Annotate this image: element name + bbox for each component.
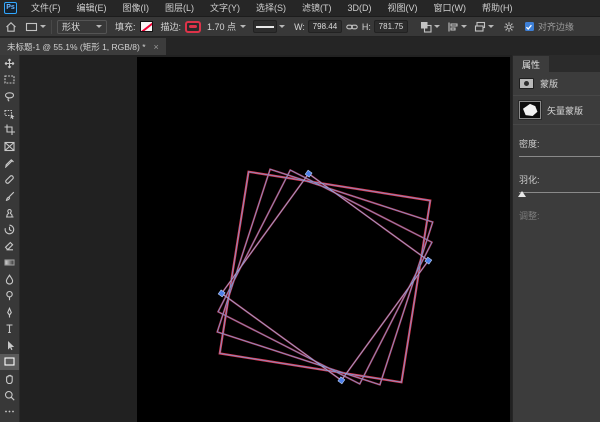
clone-stamp-tool[interactable] — [0, 204, 19, 221]
panel-tab-bar: 属性 — [513, 55, 600, 72]
hand-tool[interactable] — [0, 370, 19, 387]
shape-height-input[interactable]: 781.75 — [374, 20, 408, 33]
marquee-tool[interactable] — [0, 72, 19, 89]
tool-preset-picker[interactable] — [25, 21, 46, 33]
stroke-type-dropdown[interactable] — [253, 20, 277, 33]
feather-label: 羽化: — [513, 169, 600, 188]
menu-type[interactable]: 文字(Y) — [202, 0, 248, 17]
path-operations-icon[interactable] — [420, 21, 440, 33]
density-label: 密度: — [513, 133, 600, 152]
close-tab-icon[interactable]: × — [154, 42, 159, 52]
mask-icon — [519, 78, 534, 89]
menu-view[interactable]: 视图(V) — [380, 0, 426, 17]
type-tool[interactable] — [0, 321, 19, 338]
gradient-tool[interactable] — [0, 254, 19, 271]
menu-bar: Ps 文件(F) 编辑(E) 图像(I) 图层(L) 文字(Y) 选择(S) 滤… — [0, 0, 600, 17]
stroke-width-value[interactable]: 1.70 点 — [207, 20, 236, 33]
blur-tool[interactable] — [0, 271, 19, 288]
height-label: H: — [362, 22, 371, 32]
chevron-down-icon — [96, 25, 102, 28]
history-brush-tool[interactable] — [0, 221, 19, 238]
document-canvas[interactable] — [137, 57, 510, 422]
tool-mode-dropdown[interactable]: 形状 — [57, 20, 107, 34]
refine-label: 调整: — [513, 205, 600, 224]
tab-properties[interactable]: 属性 — [513, 56, 549, 72]
menu-file[interactable]: 文件(F) — [23, 0, 69, 17]
chevron-down-icon — [434, 25, 440, 28]
fill-color-swatch[interactable] — [140, 21, 153, 32]
chevron-down-icon — [40, 25, 46, 28]
crop-tool[interactable] — [0, 121, 19, 138]
chevron-down-icon — [488, 25, 494, 28]
path-arrangement-icon[interactable] — [474, 21, 494, 33]
object-selection-tool[interactable] — [0, 105, 19, 122]
document-tab-title: 未标题-1 @ 55.1% (矩形 1, RGB/8) * — [7, 41, 146, 53]
stroke-color-swatch[interactable] — [185, 21, 201, 33]
zoom-tool[interactable] — [0, 387, 19, 404]
rectangle-tool[interactable] — [0, 354, 19, 371]
feather-slider[interactable] — [519, 192, 600, 193]
mask-section-header: 蒙版 — [513, 72, 600, 95]
align-edges-checkbox[interactable] — [525, 22, 534, 31]
photoshop-logo-icon: Ps — [4, 2, 17, 14]
menu-edit[interactable]: 编辑(E) — [69, 0, 115, 17]
document-tab-bar: 未标题-1 @ 55.1% (矩形 1, RGB/8) * × — [0, 37, 600, 55]
chevron-down-icon[interactable] — [240, 25, 246, 28]
vector-mask-row[interactable]: 矢量蒙版 — [513, 96, 600, 124]
feather-slider-handle[interactable] — [518, 191, 526, 197]
healing-brush-tool[interactable] — [0, 171, 19, 188]
mask-section-label: 蒙版 — [540, 77, 558, 90]
stroke-label: 描边: — [161, 20, 182, 33]
path-alignment-icon[interactable] — [447, 21, 467, 33]
photoshop-window: Ps 文件(F) 编辑(E) 图像(I) 图层(L) 文字(Y) 选择(S) 滤… — [0, 0, 600, 422]
density-slider[interactable] — [519, 156, 600, 157]
frame-tool[interactable] — [0, 138, 19, 155]
fill-label: 填充: — [115, 20, 136, 33]
more-tools[interactable] — [0, 403, 19, 420]
document-tab[interactable]: 未标题-1 @ 55.1% (矩形 1, RGB/8) * × — [0, 38, 166, 55]
menu-window[interactable]: 窗口(W) — [426, 0, 475, 17]
separator — [51, 20, 52, 34]
chevron-down-icon — [461, 25, 467, 28]
shape-width-input[interactable]: 798.44 — [308, 20, 342, 33]
properties-panel: 属性 蒙版 矢量蒙版 密度: 羽化: 调整: — [512, 55, 600, 422]
menu-image[interactable]: 图像(I) — [115, 0, 158, 17]
pen-tool[interactable] — [0, 304, 19, 321]
link-dimensions-icon[interactable] — [346, 21, 358, 33]
home-icon[interactable] — [5, 21, 17, 33]
align-edges-label: 对齐边缘 — [538, 20, 574, 33]
tool-options-bar: 形状 填充: 描边: 1.70 点 W: 798.44 H: 781.75 — [0, 17, 600, 37]
gear-icon[interactable] — [503, 21, 515, 33]
menu-layer[interactable]: 图层(L) — [157, 0, 202, 17]
menu-help[interactable]: 帮助(H) — [474, 0, 521, 17]
path-selection-tool[interactable] — [0, 337, 19, 354]
vector-mask-label: 矢量蒙版 — [547, 104, 583, 117]
eraser-tool[interactable] — [0, 238, 19, 255]
shape-canvas-svg — [137, 57, 510, 422]
menu-3d[interactable]: 3D(D) — [340, 0, 380, 17]
divider — [513, 124, 600, 125]
lasso-tool[interactable] — [0, 88, 19, 105]
tools-panel — [0, 55, 20, 422]
menu-filter[interactable]: 滤镜(T) — [294, 0, 340, 17]
dodge-tool[interactable] — [0, 287, 19, 304]
move-tool[interactable] — [0, 55, 19, 72]
width-label: W: — [294, 22, 305, 32]
brush-tool[interactable] — [0, 188, 19, 205]
eyedropper-tool[interactable] — [0, 155, 19, 172]
vector-mask-thumbnail[interactable] — [519, 101, 541, 119]
tool-mode-value: 形状 — [62, 20, 80, 33]
chevron-down-icon — [279, 25, 285, 28]
menu-select[interactable]: 选择(S) — [248, 0, 294, 17]
